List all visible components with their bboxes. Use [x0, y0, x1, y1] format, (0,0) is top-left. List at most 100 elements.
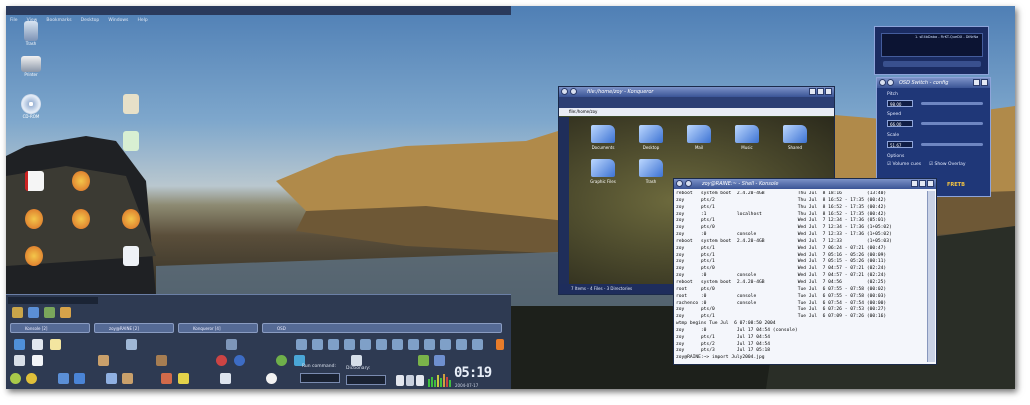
terminal-scrollbar[interactable]: [927, 191, 935, 362]
tray-icon[interactable]: [416, 375, 424, 386]
pdf-file-icon[interactable]: [19, 171, 49, 191]
tray-icon[interactable]: [396, 375, 404, 386]
run-command-input[interactable]: [300, 373, 340, 383]
desktop-7-icon[interactable]: [392, 339, 403, 350]
office-icon[interactable]: [220, 373, 231, 384]
printer-desktop-icon[interactable]: Printer: [16, 56, 46, 78]
desktop-10-icon[interactable]: [440, 339, 451, 350]
document-icon[interactable]: [32, 339, 43, 350]
menu-bookmarks[interactable]: Bookmarks: [46, 18, 71, 23]
image-file-icon[interactable]: [116, 94, 146, 114]
paint-file-icon[interactable]: [66, 209, 96, 229]
menu-help[interactable]: Help: [138, 18, 148, 23]
window-menu-button[interactable]: [676, 180, 683, 187]
minimize-button[interactable]: [973, 79, 980, 86]
image-file-icon[interactable]: [116, 131, 146, 151]
screen-icon[interactable]: [226, 339, 237, 350]
desktop-11-icon[interactable]: [456, 339, 467, 350]
home-icon[interactable]: [12, 307, 23, 318]
pitch-slider[interactable]: [921, 102, 983, 105]
smiley-icon[interactable]: [10, 373, 21, 384]
paint-file-icon[interactable]: [66, 171, 96, 191]
desktop-12-icon[interactable]: [472, 339, 483, 350]
close-button[interactable]: [927, 180, 934, 187]
text-file-icon[interactable]: [32, 355, 43, 366]
cd-player-icon[interactable]: [234, 355, 245, 366]
terminal-output[interactable]: reboot system boot 2.4.20-4GB Thu Jul 8 …: [676, 191, 926, 362]
network-icon[interactable]: [58, 373, 69, 384]
paint-icon[interactable]: [161, 373, 172, 384]
desktop-6-icon[interactable]: [376, 339, 387, 350]
bird-icon[interactable]: [351, 355, 362, 366]
scale-spinbox[interactable]: 51.67: [887, 141, 913, 148]
document-file-icon[interactable]: [116, 246, 146, 266]
location-bar[interactable]: file:/home/zoy: [559, 108, 834, 116]
window-menu-button[interactable]: [561, 88, 568, 95]
konsole-titlebar[interactable]: zoy@RAINE:~ - Shell - Konsole: [674, 179, 936, 189]
paint-file-icon[interactable]: [19, 246, 49, 266]
user-icon[interactable]: [28, 307, 39, 318]
desktop-1-icon[interactable]: [296, 339, 307, 350]
folder-mail[interactable]: Mail: [677, 125, 721, 150]
konqueror-titlebar[interactable]: file:/home/zoy - Konqueror: [559, 87, 834, 97]
shell-icon[interactable]: [14, 355, 25, 366]
sticky-button[interactable]: [570, 88, 577, 95]
star-icon[interactable]: [178, 373, 189, 384]
sticky-button[interactable]: [685, 180, 692, 187]
speed-spinbox[interactable]: 66.00: [887, 120, 913, 127]
paint-file-icon[interactable]: [19, 209, 49, 229]
desktop-3-icon[interactable]: [328, 339, 339, 350]
desktop-9-icon[interactable]: [424, 339, 435, 350]
maximize-button[interactable]: [817, 88, 824, 95]
logout-icon[interactable]: [496, 339, 504, 350]
k-menu-icon[interactable]: [14, 339, 25, 350]
desktop-5-icon[interactable]: [360, 339, 371, 350]
taskbar-zoy[interactable]: zoy@RAINE [2]: [94, 323, 174, 333]
star-icon[interactable]: [50, 339, 61, 350]
dictionary-input[interactable]: [346, 375, 386, 385]
network-icon[interactable]: [74, 373, 85, 384]
satellite-icon[interactable]: [434, 355, 445, 366]
tool-icon[interactable]: [418, 355, 429, 366]
osd-titlebar[interactable]: OSD Switch - config: [877, 78, 990, 88]
media-icon[interactable]: [216, 355, 227, 366]
taskbar-konqueror[interactable]: Konqueror [4]: [178, 323, 258, 333]
desktop-2-icon[interactable]: [312, 339, 323, 350]
volume-cues-checkbox[interactable]: ☑ Volume cues: [887, 162, 921, 167]
help-icon[interactable]: [266, 373, 277, 384]
sticky-button[interactable]: [887, 79, 894, 86]
maximize-button[interactable]: [919, 180, 926, 187]
player-controls[interactable]: [883, 61, 981, 67]
folder-desktop[interactable]: Desktop: [629, 125, 673, 150]
close-button[interactable]: [981, 79, 988, 86]
network-icon[interactable]: [44, 307, 55, 318]
internet-icon[interactable]: [276, 355, 287, 366]
tray-icon[interactable]: [406, 375, 414, 386]
desktop-8-icon[interactable]: [408, 339, 419, 350]
minimize-button[interactable]: [911, 180, 918, 187]
scale-slider[interactable]: [921, 143, 983, 146]
folder-documents[interactable]: Documents: [581, 125, 625, 150]
menu-desktop[interactable]: Desktop: [81, 18, 100, 23]
smiley-icon[interactable]: [26, 373, 37, 384]
minimize-button[interactable]: [809, 88, 816, 95]
cdrom-desktop-icon[interactable]: CD-ROM: [16, 94, 46, 120]
taskbar-osd[interactable]: OSD: [262, 323, 502, 333]
close-button[interactable]: [825, 88, 832, 95]
folder-shared[interactable]: Shared: [773, 125, 817, 150]
show-overlay-checkbox[interactable]: ☑ Show Overlay: [929, 162, 966, 167]
desktop-4-icon[interactable]: [344, 339, 355, 350]
menu-windows[interactable]: Windows: [108, 18, 128, 23]
editor-icon[interactable]: [126, 339, 137, 350]
image-viewer-icon[interactable]: [106, 373, 117, 384]
folder-music[interactable]: Music: [725, 125, 769, 150]
paint-icon[interactable]: [60, 307, 71, 318]
speed-slider[interactable]: [921, 122, 983, 125]
graphics-icon[interactable]: [122, 373, 133, 384]
trash-folder[interactable]: Trash: [629, 159, 673, 184]
window-menu-button[interactable]: [879, 79, 886, 86]
taskbar-konsole[interactable]: Konsole [2]: [10, 323, 90, 333]
games-icon[interactable]: [156, 355, 167, 366]
paint-file-icon[interactable]: [116, 209, 146, 229]
tools-icon[interactable]: [98, 355, 109, 366]
